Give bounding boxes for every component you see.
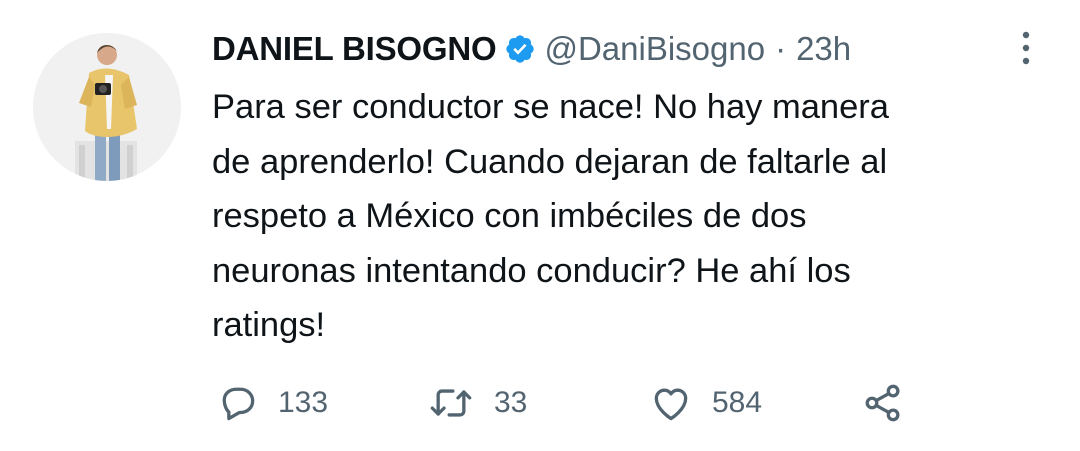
share-icon <box>860 381 906 425</box>
retweet-button[interactable]: 33 <box>426 376 527 430</box>
separator-dot: · <box>775 30 787 67</box>
handle[interactable]: @DaniBisogno <box>544 30 765 68</box>
tweet-header: DANIEL BISOGNO @DaniBisogno · 23h <box>212 26 851 72</box>
like-button[interactable]: 584 <box>648 376 762 430</box>
tweet-text: Para ser conductor se nace! No hay maner… <box>212 88 889 344</box>
verified-badge-icon <box>504 33 536 65</box>
reply-count: 133 <box>278 386 329 419</box>
tweet-actions: 133 33 584 <box>212 376 1042 430</box>
reply-button[interactable]: 133 <box>216 376 328 430</box>
like-count: 584 <box>712 386 763 419</box>
retweet-icon <box>426 381 476 425</box>
timestamp[interactable]: 23h <box>796 30 851 68</box>
avatar[interactable] <box>33 33 181 181</box>
share-button[interactable] <box>860 376 906 430</box>
tweet[interactable]: DANIEL BISOGNO @DaniBisogno · 23h Para s… <box>0 0 1080 451</box>
display-name[interactable]: DANIEL BISOGNO <box>212 30 497 68</box>
retweet-count: 33 <box>494 386 528 419</box>
more-icon[interactable] <box>1012 28 1040 68</box>
reply-icon <box>216 381 260 425</box>
like-icon <box>648 381 694 425</box>
